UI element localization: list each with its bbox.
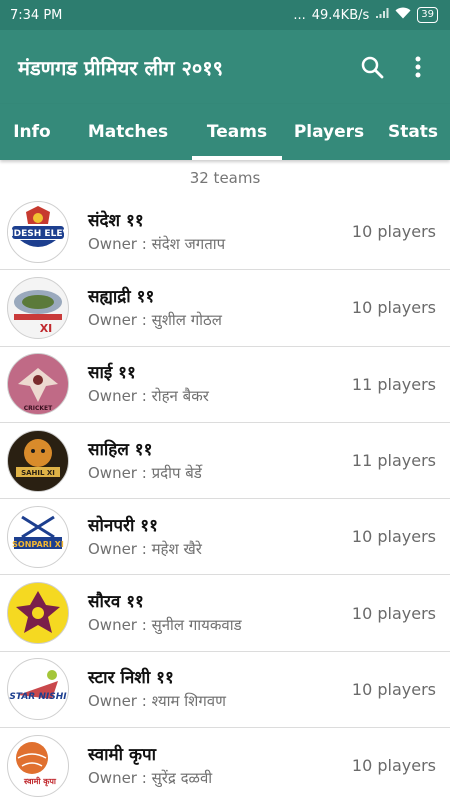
team-row-sahil[interactable]: SAHIL XI साहिल ११ Owner : प्रदीप बेर्डे … <box>0 423 450 500</box>
tab-players[interactable]: Players <box>282 104 376 160</box>
team-name: स्वामी कृपा <box>88 744 157 765</box>
team-info: साई ११ Owner : रोहन बैकर <box>88 361 352 407</box>
tab-stats[interactable]: Stats <box>376 104 450 160</box>
team-info: सौरव ११ Owner : सुनील गायकवाड <box>88 590 352 636</box>
team-owner: Owner : सुनील गायकवाड <box>88 616 242 635</box>
tab-teams[interactable]: Teams <box>192 104 282 160</box>
team-info: साहिल ११ Owner : प्रदीप बेर्डे <box>88 438 352 484</box>
svg-text:STAR NISHI: STAR NISHI <box>9 692 67 702</box>
svg-text:SONPARI XI: SONPARI XI <box>12 540 64 549</box>
team-info: सोनपरी ११ Owner : महेश खैरे <box>88 514 352 560</box>
status-bar: 7:34 PM ... 49.4KB/s 39 <box>0 0 450 30</box>
app-title: मंडणगड प्रीमियर लीग २०१९ <box>18 55 224 80</box>
team-name: सोनपरी ११ <box>88 515 158 536</box>
team-info: सह्याद्री ११ Owner : सुशील गोठल <box>88 285 352 331</box>
team-logo: XI <box>7 276 69 339</box>
player-count: 11 players <box>351 451 436 471</box>
team-name: संदेश ११ <box>88 210 144 231</box>
player-count: 10 players <box>351 527 436 547</box>
app-bar: मंडणगड प्रीमियर लीग २०१९ <box>0 30 450 104</box>
tab-bar: Info Matches Teams Players Stats <box>0 104 450 160</box>
svg-text:स्वामी कृपा: स्वामी कृपा <box>23 776 57 787</box>
team-row-star-nishi[interactable]: STAR NISHI स्टार निशी ११ Owner : श्याम श… <box>0 652 450 729</box>
team-owner: Owner : रोहन बैकर <box>88 387 209 406</box>
status-time: 7:34 PM <box>10 7 63 23</box>
team-owner: Owner : महेश खैरे <box>88 539 202 558</box>
team-info: स्वामी कृपा Owner : सुरेंद्र दळवी <box>88 743 352 789</box>
team-owner: Owner : श्याम शिगवण <box>88 692 226 711</box>
team-logo <box>7 582 69 645</box>
team-row-sandesh[interactable]: SANDESH ELEVAN संदेश ११ Owner : संदेश जग… <box>0 194 450 271</box>
player-count: 11 players <box>351 374 436 394</box>
svg-text:CRICKET: CRICKET <box>24 405 53 412</box>
status-indicators: ... 49.4KB/s 39 <box>293 7 438 23</box>
team-logo: स्वामी कृपा <box>7 734 69 797</box>
player-count: 10 players <box>351 298 436 318</box>
team-info: स्टार निशी ११ Owner : श्याम शिगवण <box>88 666 352 712</box>
team-row-sai[interactable]: CRICKET साई ११ Owner : रोहन बैकर 11 play… <box>0 347 450 423</box>
team-name: साहिल ११ <box>88 439 153 460</box>
status-dots: ... <box>293 7 306 23</box>
player-count: 10 players <box>351 603 436 623</box>
player-count: 10 players <box>351 756 436 776</box>
battery-icon: 39 <box>417 7 438 23</box>
team-name: सौरव ११ <box>88 592 144 613</box>
tab-matches[interactable]: Matches <box>64 104 192 160</box>
network-speed: 49.4KB/s <box>311 7 370 23</box>
search-icon[interactable] <box>358 53 386 81</box>
team-name: साई ११ <box>88 363 136 384</box>
team-list: SANDESH ELEVAN संदेश ११ Owner : संदेश जग… <box>0 194 450 800</box>
team-logo: CRICKET <box>7 353 69 416</box>
player-count: 10 players <box>351 679 436 699</box>
team-logo: SANDESH ELEVAN <box>7 200 69 263</box>
team-row-swami-krupa[interactable]: स्वामी कृपा स्वामी कृपा Owner : सुरेंद्र… <box>0 728 450 800</box>
svg-text:SAHIL XI: SAHIL XI <box>21 469 55 477</box>
team-row-sahyadri[interactable]: XI सह्याद्री ११ Owner : सुशील गोठल 10 pl… <box>0 270 450 347</box>
tab-info[interactable]: Info <box>0 104 64 160</box>
team-name: सह्याद्री ११ <box>88 286 155 307</box>
svg-text:XI: XI <box>40 322 53 335</box>
team-owner: Owner : प्रदीप बेर्डे <box>88 463 202 482</box>
team-count: 32 teams <box>189 169 261 187</box>
team-row-sonpari[interactable]: SONPARI XI सोनपरी ११ Owner : महेश खैरे 1… <box>0 499 450 576</box>
team-row-saurav[interactable]: सौरव ११ Owner : सुनील गायकवाड 10 players <box>0 575 450 652</box>
team-owner: Owner : संदेश जगताप <box>88 234 226 253</box>
team-logo: STAR NISHI <box>7 658 69 721</box>
team-owner: Owner : सुरेंद्र दळवी <box>88 768 213 787</box>
player-count: 10 players <box>351 222 436 242</box>
wifi-icon <box>395 7 411 23</box>
team-info: संदेश ११ Owner : संदेश जगताप <box>88 209 352 255</box>
team-owner: Owner : सुशील गोठल <box>88 310 222 329</box>
team-logo: SAHIL XI <box>7 429 69 492</box>
overflow-menu-icon[interactable] <box>404 53 432 81</box>
svg-text:SANDESH ELEVAN: SANDESH ELEVAN <box>8 229 68 239</box>
team-name: स्टार निशी ११ <box>88 668 174 689</box>
signal-icon <box>375 7 389 23</box>
team-logo: SONPARI XI <box>7 505 69 568</box>
